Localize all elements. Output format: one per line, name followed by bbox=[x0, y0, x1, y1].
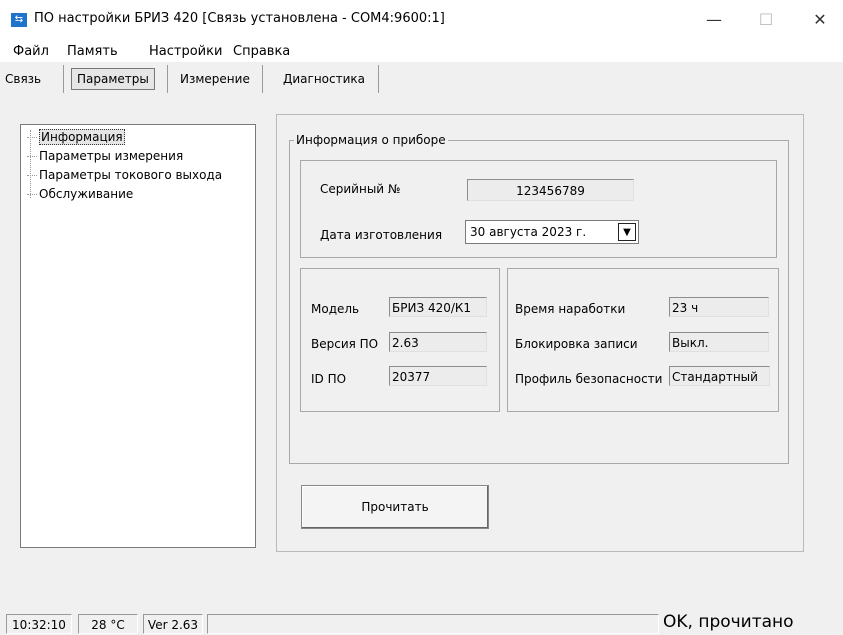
close-button[interactable]: ✕ bbox=[798, 6, 842, 34]
tab-separator bbox=[378, 65, 379, 93]
profile-field: Стандартный bbox=[669, 366, 770, 386]
minimize-button[interactable]: — bbox=[692, 6, 736, 34]
tab-measurement[interactable]: Измерение bbox=[180, 65, 250, 93]
profile-label: Профиль безопасности bbox=[515, 372, 663, 386]
lock-label: Блокировка записи bbox=[515, 337, 638, 351]
model-field: БРИЗ 420/К1 bbox=[389, 297, 487, 317]
navigation-tree: Информация Параметры измерения Параметры… bbox=[20, 124, 256, 548]
menu-file[interactable]: Файл bbox=[13, 44, 49, 59]
tree-item-label: Информация bbox=[39, 129, 125, 145]
status-version: Ver 2.63 bbox=[143, 614, 203, 634]
title-bar: ⇆ ПО настройки БРИЗ 420 [Связь установле… bbox=[0, 0, 843, 40]
window-title: ПО настройки БРИЗ 420 [Связь установлена… bbox=[34, 11, 445, 26]
tab-strip: Связь Параметры Измерение Диагностика bbox=[0, 62, 843, 96]
tab-diagnostics[interactable]: Диагностика bbox=[283, 65, 365, 93]
tree-item-information[interactable]: Информация bbox=[27, 129, 125, 145]
menu-bar: Файл Память Настройки Справка bbox=[0, 40, 843, 62]
date-value: 30 августа 2023 г. bbox=[470, 225, 587, 239]
read-button[interactable]: Прочитать bbox=[301, 485, 489, 529]
maximize-button[interactable]: ☐ bbox=[744, 6, 788, 34]
id-label: ID ПО bbox=[311, 372, 347, 386]
menu-help[interactable]: Справка bbox=[233, 44, 290, 59]
tree-item-current-output-params[interactable]: Параметры токового выхода bbox=[27, 167, 222, 183]
tree-item-label: Параметры измерения bbox=[39, 149, 184, 163]
tab-separator bbox=[167, 65, 168, 93]
runtime-field: 23 ч bbox=[669, 297, 769, 317]
serial-field: 123456789 bbox=[467, 179, 634, 201]
status-temperature: 28 °C bbox=[78, 614, 138, 634]
tree-item-measurement-params[interactable]: Параметры измерения bbox=[27, 148, 183, 164]
date-picker[interactable]: 30 августа 2023 г. ▼ bbox=[465, 220, 639, 244]
tab-separator bbox=[63, 65, 64, 93]
chevron-down-icon[interactable]: ▼ bbox=[618, 223, 636, 241]
serial-label: Серийный № bbox=[320, 182, 401, 196]
app-logo-icon: ⇆ bbox=[11, 13, 27, 27]
status-progress bbox=[207, 614, 659, 634]
tab-separator bbox=[262, 65, 263, 93]
menu-memory[interactable]: Память bbox=[67, 44, 118, 59]
lock-field: Выкл. bbox=[669, 332, 769, 352]
tree-item-label: Параметры токового выхода bbox=[39, 168, 223, 182]
status-message: OK, прочитано bbox=[663, 612, 794, 632]
id-field: 20377 bbox=[389, 366, 487, 386]
version-label: Версия ПО bbox=[311, 337, 379, 351]
runtime-label: Время наработки bbox=[515, 302, 626, 316]
tab-parameters[interactable]: Параметры bbox=[71, 65, 155, 93]
tree-item-label: Обслуживание bbox=[39, 187, 134, 201]
tree-item-maintenance[interactable]: Обслуживание bbox=[27, 186, 133, 202]
model-label: Модель bbox=[311, 302, 360, 316]
date-label: Дата изготовления bbox=[320, 228, 443, 242]
tab-parameters-label: Параметры bbox=[71, 68, 155, 90]
device-info-group-title: Информация о приборе bbox=[294, 133, 448, 147]
tree-connector-line bbox=[30, 130, 31, 198]
version-field: 2.63 bbox=[389, 332, 487, 352]
status-time: 10:32:10 bbox=[6, 614, 72, 634]
menu-settings[interactable]: Настройки bbox=[149, 44, 222, 59]
tab-connection[interactable]: Связь bbox=[5, 65, 41, 93]
